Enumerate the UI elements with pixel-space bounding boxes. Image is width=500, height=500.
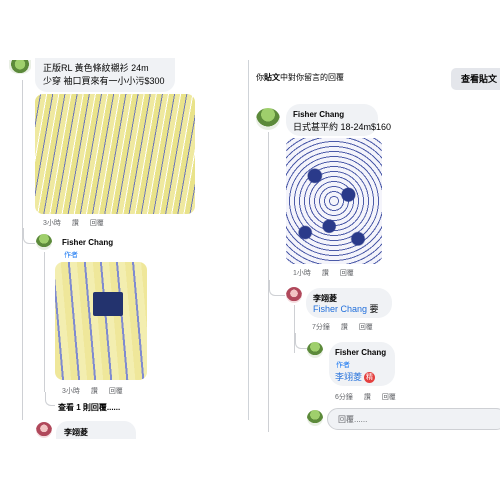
right-screenshot-panel: 你貼文中對你留言的回覆 查看貼文 Fisher Chang 日式甚平約 18-2… xyxy=(249,0,500,500)
shirt-label-closeup-photo[interactable] xyxy=(55,262,147,380)
comment-text: 日式甚平約 18-24m$160 xyxy=(293,122,392,132)
comment-text-line2: 少穿 袖口買來有一小小污$300 xyxy=(43,76,165,86)
commenter-name[interactable]: Fisher Chang xyxy=(293,110,344,119)
mention-link[interactable]: Fisher Chang xyxy=(313,304,367,314)
commenter-avatar[interactable] xyxy=(256,108,280,130)
reply-button[interactable]: 回覆 xyxy=(359,324,373,331)
reply-bubble: 李翊菱 Fisher Chang 要 xyxy=(306,288,392,318)
floral-jinbei-photo[interactable] xyxy=(286,138,382,264)
author-label: 作者 xyxy=(336,362,350,369)
yellow-striped-shirt-photo[interactable] xyxy=(35,94,195,214)
replies-header-text: 你貼文中對你留言的回覆 xyxy=(256,73,344,82)
top-fan-badge-icon: 精 xyxy=(364,372,376,384)
author-name[interactable]: Fisher Chang xyxy=(62,238,113,247)
reply-button[interactable]: 回覆 xyxy=(90,220,104,227)
author-reply-meta: 3小時 讚 回覆 xyxy=(62,386,132,396)
next-comment-bubble: 李翊菱 xyxy=(56,421,136,439)
commenter-avatar[interactable] xyxy=(9,60,31,74)
comment-meta: 1小時 讚 回覆 xyxy=(293,268,363,278)
reply-meta: 7分鐘 讚 回覆 xyxy=(312,322,382,332)
next-commenter-avatar[interactable] xyxy=(36,422,52,438)
reply-button[interactable]: 回覆 xyxy=(340,270,354,277)
comment-text-line1: 正版RL 黃色條紋襯衫 24m xyxy=(43,63,149,73)
comment-time[interactable]: 1小時 xyxy=(293,270,311,277)
reply-input-placeholder: 回覆...... xyxy=(338,415,368,424)
like-button[interactable]: 讚 xyxy=(72,220,79,227)
author-avatar[interactable] xyxy=(36,234,52,250)
comment-meta: 3小時 讚 回覆 xyxy=(43,218,113,228)
left-screenshot-panel: 正版RL 黃色條紋襯衫 24m 少穿 袖口買來有一小小污$300 3小時 讚 回… xyxy=(0,0,248,500)
reply-button[interactable]: 回覆 xyxy=(109,388,123,395)
reply-button[interactable]: 回覆 xyxy=(382,394,396,401)
reply-time[interactable]: 7分鐘 xyxy=(312,324,330,331)
reply-time[interactable]: 6分鐘 xyxy=(335,394,353,401)
like-button[interactable]: 讚 xyxy=(341,324,348,331)
current-user-avatar xyxy=(307,410,323,426)
author-label: 作者 xyxy=(64,252,78,259)
reply-text: Fisher Chang 要 xyxy=(313,304,379,314)
next-commenter-name[interactable]: 李翊菱 xyxy=(64,427,88,438)
author-avatar[interactable] xyxy=(307,342,323,358)
comment-time[interactable]: 3小時 xyxy=(43,220,61,227)
mention-link[interactable]: 李翊菱 xyxy=(335,372,362,382)
comment-bubble: Fisher Chang 日式甚平約 18-24m$160 xyxy=(286,104,391,136)
like-button[interactable]: 讚 xyxy=(91,388,98,395)
reply-time[interactable]: 3小時 xyxy=(62,388,80,395)
author-reply-meta: 6分鐘 讚 回覆 xyxy=(335,392,405,402)
reply-input[interactable]: 回覆...... xyxy=(327,408,500,430)
like-button[interactable]: 讚 xyxy=(364,394,371,401)
like-button[interactable]: 讚 xyxy=(322,270,329,277)
author-reply-bubble: Fisher Chang 作者 李翊菱精 xyxy=(329,342,395,386)
comment-bubble: 正版RL 黃色條紋襯衫 24m 少穿 袖口買來有一小小污$300 xyxy=(35,58,175,92)
view-more-replies-link[interactable]: 查看 1 則回覆...... xyxy=(58,402,120,413)
view-post-button[interactable]: 查看貼文 xyxy=(451,68,500,90)
author-name[interactable]: Fisher Chang xyxy=(335,348,386,357)
replier-avatar[interactable] xyxy=(286,287,302,303)
author-reply-text: 李翊菱精 xyxy=(335,371,376,384)
